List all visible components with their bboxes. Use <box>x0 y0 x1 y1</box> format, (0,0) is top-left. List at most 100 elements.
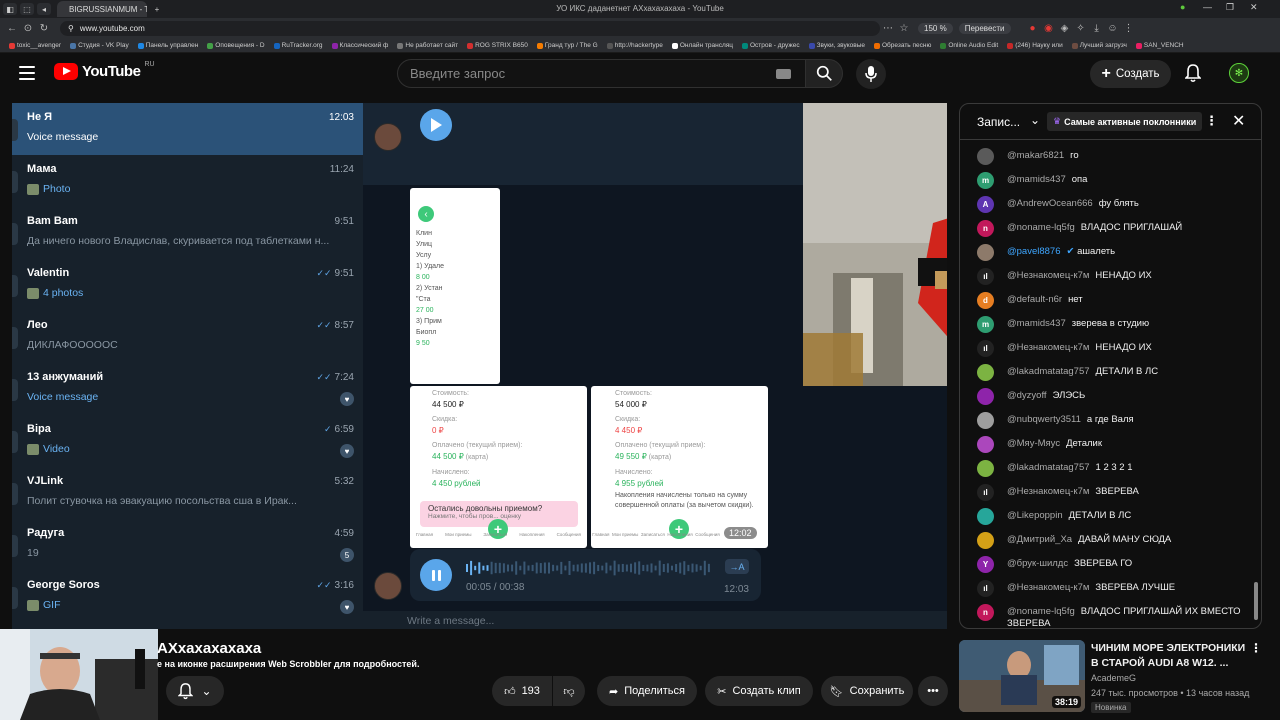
sidebar-toggle-icon[interactable]: ◧ <box>3 3 17 15</box>
chat-user-avatar[interactable]: d <box>977 292 994 309</box>
url-field[interactable]: ⚲ www.youtube.com <box>60 21 880 36</box>
tab-list-icon[interactable]: ⬚ <box>20 3 34 15</box>
chat-username[interactable]: @noname-lq5fg <box>1007 606 1075 617</box>
chevron-down-icon[interactable]: ⌄ <box>1030 113 1040 127</box>
site-info-icon[interactable]: ⚲ <box>68 24 74 33</box>
menu-icon[interactable] <box>19 66 35 80</box>
bookmark-item[interactable]: toxic__avenger <box>9 42 61 49</box>
chat-username[interactable]: @AndrewOcean666 <box>1007 198 1093 209</box>
chat-username[interactable]: @nubqwerty3511 <box>1007 414 1081 425</box>
chat-username[interactable]: @Мяу-Мяус <box>1007 438 1060 449</box>
clip-button[interactable]: ✂ Создать клип <box>705 676 813 706</box>
more-actions-button[interactable]: ••• <box>918 676 948 706</box>
more-icon[interactable]: ⋮ <box>1250 641 1262 655</box>
account-avatar[interactable]: ✻ <box>1229 63 1249 83</box>
chat-user-avatar[interactable] <box>977 436 994 453</box>
chat-user-avatar[interactable]: n <box>977 220 994 237</box>
dislike-button[interactable]: 👎︎ <box>553 676 585 706</box>
recommended-title[interactable]: ЧИНИМ МОРЕ ЭЛЕКТРОНИКИ В СТАРОЙ AUDI A8 … <box>1091 641 1251 671</box>
extension-shield-icon[interactable]: ◈ <box>1057 23 1073 34</box>
maximize-icon[interactable]: ❐ <box>1226 2 1234 13</box>
chat-username[interactable]: @Незнакомец-к7м <box>1007 342 1089 353</box>
bookmark-item[interactable]: Лучший загрузч <box>1071 42 1127 49</box>
chat-username[interactable]: @Дмитрий_Ха <box>1007 534 1072 545</box>
bookmark-item[interactable]: (246) Науку или <box>1007 42 1063 49</box>
voice-search-button[interactable] <box>856 59 886 89</box>
more-icon[interactable]: ⋮ <box>1205 113 1218 129</box>
notifications-button[interactable] <box>1184 64 1202 88</box>
bookmark-item[interactable]: RuTracker.org <box>273 42 323 49</box>
live-chat-title[interactable]: Запис... <box>977 115 1020 129</box>
create-button[interactable]: + Создать <box>1090 60 1171 88</box>
recommended-channel[interactable]: AcademeG <box>1091 673 1136 683</box>
subscription-bell-button[interactable]: ⌄ <box>166 676 224 706</box>
profile-icon[interactable]: ☺ <box>1105 23 1121 34</box>
forward-icon[interactable]: ⊙ <box>20 23 36 34</box>
chat-user-avatar[interactable] <box>977 412 994 429</box>
bookmark-item[interactable]: Звуки, звуковые <box>808 42 865 49</box>
chat-scrollbar[interactable] <box>1254 582 1258 620</box>
bookmark-item[interactable]: Гранд тур / The G <box>536 42 598 49</box>
chat-username[interactable]: @mamids437 <box>1007 318 1066 329</box>
chat-user-avatar[interactable] <box>977 244 994 261</box>
bookmark-item[interactable]: SAN_VENCH <box>1135 42 1184 49</box>
tab-back-icon[interactable]: ◂ <box>37 3 51 15</box>
video-player[interactable]: Не Я 12:03 Voice message Мама 11:24 Photo Bam … <box>12 103 947 629</box>
page-menu-icon[interactable]: ⋯ <box>880 23 896 34</box>
bookmark-item[interactable]: Онлайн трансляц <box>671 42 733 49</box>
chat-user-avatar[interactable] <box>977 508 994 525</box>
bookmark-item[interactable]: Обрезать песню <box>874 42 931 49</box>
top-fans-chip[interactable]: ♛ Самые активные поклонники <box>1047 112 1203 131</box>
chat-username[interactable]: @pavel8876 <box>1007 246 1061 257</box>
search-button[interactable] <box>805 59 843 88</box>
extension-puzzle-icon[interactable]: ✧ <box>1073 23 1089 34</box>
bookmark-item[interactable]: Остров - дружес <box>741 42 800 49</box>
chat-user-avatar[interactable]: ıl <box>977 580 994 597</box>
chat-user-avatar[interactable]: A <box>977 196 994 213</box>
chat-user-avatar[interactable] <box>977 532 994 549</box>
bookmark-item[interactable]: Студия - VK Play <box>70 42 129 49</box>
extension-icon[interactable]: ● <box>1180 2 1185 12</box>
bookmark-item[interactable]: Online Audio Edit <box>940 42 998 49</box>
bookmark-icon[interactable]: ☆ <box>896 23 912 34</box>
recommended-thumbnail[interactable]: 38:19 <box>959 640 1085 712</box>
chat-username[interactable]: @Незнакомец-к7м <box>1007 486 1089 497</box>
save-button[interactable]: 🔖︎ Сохранить <box>821 676 913 706</box>
chat-user-avatar[interactable]: Y <box>977 556 994 573</box>
bookmark-item[interactable]: Не работает сайт <box>397 42 458 49</box>
browser-menu-icon[interactable]: ⋮ <box>1121 23 1137 34</box>
chat-username[interactable]: @Незнакомец-к7м <box>1007 270 1089 281</box>
chat-user-avatar[interactable]: m <box>977 172 994 189</box>
like-button[interactable]: 👍︎ 193 <box>492 676 552 706</box>
chat-user-avatar[interactable]: ıl <box>977 268 994 285</box>
zoom-level[interactable]: 150 % <box>918 23 953 34</box>
minimize-icon[interactable]: — <box>1203 2 1212 12</box>
search-input[interactable]: Введите запрос <box>397 59 806 88</box>
bookmark-item[interactable]: Классический ф <box>331 42 388 49</box>
extension-red-icon[interactable]: ● <box>1025 23 1041 34</box>
chat-user-avatar[interactable] <box>977 388 994 405</box>
chat-user-avatar[interactable]: ıl <box>977 340 994 357</box>
new-tab-icon[interactable]: + <box>150 3 164 15</box>
chat-username[interactable]: @Незнакомец-к7м <box>1007 582 1089 593</box>
bookmark-item[interactable]: http://hackertype <box>606 42 663 49</box>
chat-user-avatar[interactable] <box>977 148 994 165</box>
chat-username[interactable]: @Likepoppin <box>1007 510 1063 521</box>
bookmark-item[interactable]: Панель управлен <box>137 42 198 49</box>
youtube-logo[interactable]: YouTube RU <box>54 61 155 80</box>
chat-username[interactable]: @makar6821 <box>1007 150 1064 161</box>
chat-username[interactable]: @lakadmatatag757 <box>1007 462 1090 473</box>
translate-button[interactable]: Перевести <box>958 23 1011 34</box>
close-icon[interactable]: ✕ <box>1232 111 1245 131</box>
share-button[interactable]: ➦ Поделиться <box>597 676 697 706</box>
chat-username[interactable]: @брук-шилдс <box>1007 558 1068 569</box>
download-icon[interactable]: ⤓ <box>1089 23 1105 34</box>
chat-user-avatar[interactable] <box>977 460 994 477</box>
chat-user-avatar[interactable] <box>977 364 994 381</box>
bookmark-item[interactable]: Оповещения - D <box>207 42 265 49</box>
chat-username[interactable]: @noname-lq5fg <box>1007 222 1075 233</box>
browser-tab-active[interactable]: BIGRUSSIANMUM - Twit × <box>57 1 147 17</box>
extension-record-icon[interactable]: ◉ <box>1041 23 1057 34</box>
bookmark-item[interactable]: ROG STRIX B650 <box>467 42 528 49</box>
chat-username[interactable]: @default-n6r <box>1007 294 1062 305</box>
